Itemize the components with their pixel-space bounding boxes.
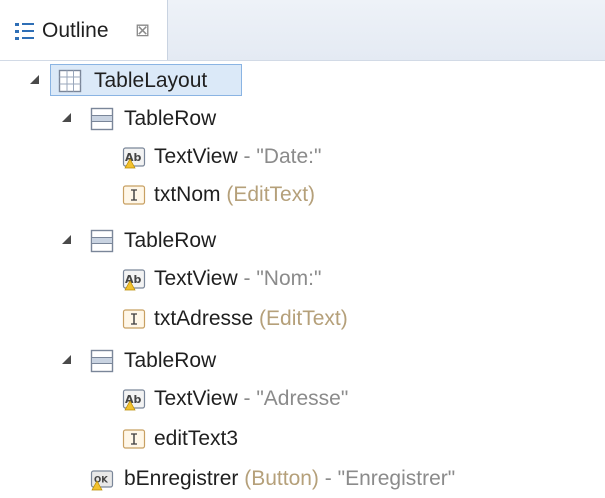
tree-node-edittext[interactable]: txtNom (EditText) bbox=[0, 176, 605, 214]
view-tab-strip: Outline ⊠ bbox=[0, 0, 605, 61]
tree-node-edittext[interactable]: editText3 bbox=[0, 420, 605, 458]
table-row-icon bbox=[90, 229, 114, 253]
tab-title: Outline bbox=[42, 19, 109, 42]
outline-icon bbox=[15, 23, 34, 40]
tree-node-label: TableRow bbox=[124, 107, 217, 130]
svg-text:Ab: Ab bbox=[125, 273, 142, 286]
table-row-icon bbox=[90, 107, 114, 131]
table-row-icon bbox=[90, 349, 114, 373]
tree-node-textview[interactable]: Ab TextView - "Adresse" bbox=[0, 380, 605, 418]
tree-node-label: TextView - "Date:" bbox=[154, 145, 322, 168]
edittext-icon bbox=[122, 185, 146, 205]
tree-node-label: TextView - "Adresse" bbox=[154, 387, 349, 410]
expand-toggle-icon[interactable] bbox=[62, 355, 71, 364]
close-icon[interactable]: ⊠ bbox=[135, 18, 150, 42]
tree-node-label: TableLayout bbox=[94, 69, 208, 92]
tree-node-textview[interactable]: Ab TextView - "Nom:" bbox=[0, 260, 605, 298]
tree-node-tablelayout[interactable]: TableLayout bbox=[0, 62, 605, 100]
tree-node-label: txtNom (EditText) bbox=[154, 183, 316, 206]
expand-toggle-icon[interactable] bbox=[62, 235, 71, 244]
tree-node-tablerow[interactable]: TableRow bbox=[0, 222, 605, 260]
button-warning-icon: OK bbox=[90, 470, 114, 491]
svg-text:Ab: Ab bbox=[125, 151, 142, 164]
outline-tree: TableLayout TableRow Ab TextView - "Date… bbox=[0, 60, 605, 495]
tree-node-textview[interactable]: Ab TextView - "Date:" bbox=[0, 138, 605, 176]
textview-warning-icon: Ab bbox=[122, 389, 146, 411]
tree-node-button[interactable]: OK bEnregistrer (Button) - "Enregistrer" bbox=[0, 460, 605, 498]
tree-node-tablerow[interactable]: TableRow bbox=[0, 100, 605, 138]
tree-node-label: TableRow bbox=[124, 349, 217, 372]
tree-node-tablerow[interactable]: TableRow bbox=[0, 342, 605, 380]
textview-warning-icon: Ab bbox=[122, 147, 146, 169]
tree-node-edittext[interactable]: txtAdresse (EditText) bbox=[0, 300, 605, 338]
edittext-icon bbox=[122, 429, 146, 449]
svg-text:Ab: Ab bbox=[125, 393, 142, 406]
textview-warning-icon: Ab bbox=[122, 269, 146, 291]
expand-toggle-icon[interactable] bbox=[62, 113, 71, 122]
tree-node-label: TableRow bbox=[124, 229, 217, 252]
edittext-icon bbox=[122, 309, 146, 329]
outline-view: Outline ⊠ TableLayout TableRow Ab TextVi… bbox=[0, 0, 605, 495]
tree-node-label: editText3 bbox=[154, 427, 239, 450]
table-layout-icon bbox=[58, 69, 82, 93]
tree-node-label: TextView - "Nom:" bbox=[154, 267, 322, 290]
tree-node-label: txtAdresse (EditText) bbox=[154, 307, 348, 330]
expand-toggle-icon[interactable] bbox=[30, 75, 39, 84]
tree-node-label: bEnregistrer (Button) - "Enregistrer" bbox=[124, 467, 456, 490]
tab-outline[interactable]: Outline ⊠ bbox=[0, 0, 168, 60]
